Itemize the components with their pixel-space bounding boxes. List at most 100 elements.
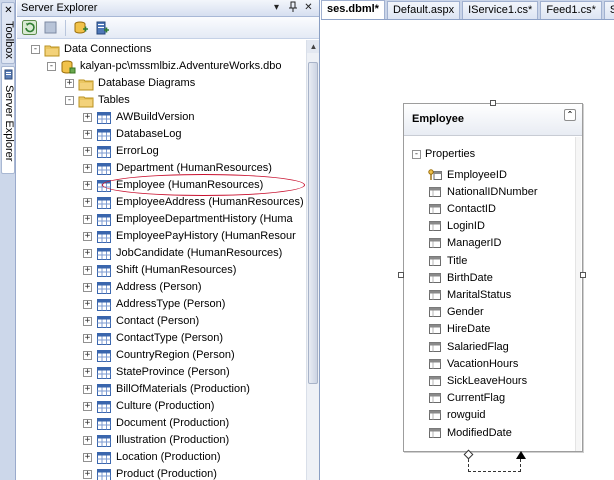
expand-toggle-icon[interactable]: +	[83, 317, 92, 326]
expand-toggle-icon[interactable]: +	[83, 300, 92, 309]
highlight-ellipse	[102, 174, 305, 196]
self-association-line[interactable]	[468, 454, 521, 472]
collapse-toggle-icon[interactable]: -	[47, 62, 56, 71]
tree-item[interactable]: + Culture (Production)	[83, 398, 214, 415]
expand-toggle-icon[interactable]: +	[83, 436, 92, 445]
entity-property[interactable]: CurrentFlag	[428, 390, 505, 407]
document-tab[interactable]: Default.aspx	[386, 1, 461, 19]
expand-toggle-icon[interactable]: +	[83, 385, 92, 394]
property-name: NationalIDNumber	[447, 185, 538, 198]
expand-toggle-icon[interactable]: +	[83, 402, 92, 411]
document-tab[interactable]: Feed1.cs*	[540, 1, 602, 19]
entity-property[interactable]: BirthDate	[428, 269, 493, 286]
entity-property[interactable]: Gender	[428, 304, 484, 321]
tree-item[interactable]: + BillOfMaterials (Production)	[83, 381, 250, 398]
tree-item[interactable]: + Illustration (Production)	[83, 432, 229, 449]
document-tab[interactable]: Start P	[603, 1, 614, 19]
tree-item[interactable]: + Location (Production)	[83, 449, 221, 466]
collapse-toggle-icon[interactable]: -	[31, 45, 40, 54]
tree-item[interactable]: + Database Diagrams	[65, 75, 195, 92]
tree-item[interactable]: + Product (Production)	[83, 466, 217, 480]
tree-item[interactable]: + Document (Production)	[83, 415, 229, 432]
expand-toggle-icon[interactable]: +	[83, 113, 92, 122]
entity-property[interactable]: MaritalStatus	[428, 286, 511, 303]
document-tab[interactable]: IService1.cs*	[462, 1, 539, 19]
tree-item[interactable]: + Address (Person)	[83, 279, 202, 296]
entity-property[interactable]: NationalIDNumber	[428, 183, 537, 200]
expand-toggle-icon[interactable]: +	[83, 419, 92, 428]
document-tab[interactable]: ses.dbml*	[321, 0, 385, 19]
tree-item[interactable]: + AWBuildVersion	[83, 109, 194, 126]
entity-header[interactable]: Employee ⌃	[404, 104, 582, 136]
tree-item[interactable]: + CountryRegion (Person)	[83, 347, 235, 364]
expand-toggle-icon[interactable]: +	[83, 215, 92, 224]
property-name: SickLeaveHours	[447, 374, 528, 387]
collapse-toggle-icon[interactable]: -	[65, 96, 74, 105]
resize-handle-right[interactable]	[580, 272, 586, 278]
expand-toggle-icon[interactable]: +	[83, 283, 92, 292]
expand-toggle-icon[interactable]: +	[83, 453, 92, 462]
entity-property[interactable]: EmployeeID	[428, 166, 507, 183]
connect-to-server-button[interactable]	[93, 19, 110, 36]
entity-property[interactable]: SalariedFlag	[428, 338, 509, 355]
entity-property[interactable]: Title	[428, 252, 467, 269]
entity-scrollbar[interactable]	[575, 137, 581, 451]
tree-item[interactable]: + EmployeeDepartmentHistory (Huma	[83, 211, 293, 228]
tree-item[interactable]: + Contact (Person)	[83, 313, 199, 330]
expand-toggle-icon[interactable]: +	[83, 266, 92, 275]
tree-item-label: ContactType (Person)	[116, 332, 223, 344]
entity-property[interactable]: LoginID	[428, 218, 485, 235]
expand-toggle-icon[interactable]: +	[83, 470, 92, 479]
properties-section[interactable]: - Properties	[412, 148, 475, 160]
entity-property[interactable]: HireDate	[428, 321, 490, 338]
entity-property[interactable]: rowguid	[428, 407, 486, 424]
tree-item[interactable]: + EmployeePayHistory (HumanResour	[83, 228, 296, 245]
association-arrow[interactable]	[516, 451, 526, 459]
refresh-button[interactable]	[21, 19, 38, 36]
entity-property[interactable]: ManagerID	[428, 235, 501, 252]
tree-item[interactable]: + ContactType (Person)	[83, 330, 223, 347]
tree-item[interactable]: + JobCandidate (HumanResources)	[83, 245, 282, 262]
expand-toggle-icon[interactable]: +	[83, 351, 92, 360]
server-explorer-tab[interactable]: Server Explorer	[1, 66, 15, 174]
expand-toggle-icon[interactable]: +	[83, 334, 92, 343]
tree-item[interactable]: - kalyan-pc\mssmlbiz.AdventureWorks.dbo	[47, 58, 282, 75]
tree-item[interactable]: + AddressType (Person)	[83, 296, 225, 313]
tree-item[interactable]: + ErrorLog	[83, 143, 159, 160]
expand-toggle-icon[interactable]: +	[83, 368, 92, 377]
tree-item-label: Data Connections	[64, 43, 152, 55]
resize-handle-left[interactable]	[398, 272, 404, 278]
collapse-icon[interactable]: ⌃	[564, 109, 576, 121]
tree-scrollbar[interactable]: ▲	[306, 40, 319, 480]
expand-toggle-icon[interactable]: +	[83, 198, 92, 207]
window-position-icon[interactable]: ▾	[270, 1, 283, 14]
resize-handle-top[interactable]	[490, 100, 496, 106]
expand-toggle-icon[interactable]: +	[83, 232, 92, 241]
expand-toggle-icon[interactable]: +	[83, 249, 92, 258]
expand-toggle-icon[interactable]: +	[83, 164, 92, 173]
entity-employee[interactable]: Employee ⌃ - Properties EmployeeID Nation…	[403, 103, 583, 452]
entity-property[interactable]: ModifiedDate	[428, 424, 512, 441]
entity-property[interactable]: VacationHours	[428, 355, 518, 372]
stop-refresh-button[interactable]	[42, 19, 59, 36]
tree-item[interactable]: - Data Connections	[31, 41, 151, 58]
tree-item-label: ErrorLog	[116, 145, 159, 157]
expand-toggle-icon[interactable]: +	[83, 130, 92, 139]
scroll-up-arrow[interactable]: ▲	[307, 40, 319, 53]
connect-to-database-button[interactable]	[72, 19, 89, 36]
toolbox-tab[interactable]: ✕ Toolbox	[1, 2, 15, 64]
close-icon[interactable]: ✕	[302, 1, 315, 14]
pin-icon[interactable]	[286, 1, 299, 14]
tree-item[interactable]: + StateProvince (Person)	[83, 364, 230, 381]
tree-item[interactable]: + Shift (HumanResources)	[83, 262, 236, 279]
expand-toggle-icon[interactable]: +	[65, 79, 74, 88]
expand-toggle-icon[interactable]: +	[83, 181, 92, 190]
entity-property[interactable]: SickLeaveHours	[428, 372, 527, 389]
entity-property[interactable]: ContactID	[428, 200, 496, 217]
tree-item[interactable]: + EmployeeAddress (HumanResources)	[83, 194, 304, 211]
scroll-thumb[interactable]	[308, 62, 318, 384]
tree-item[interactable]: - Tables	[65, 92, 130, 109]
expand-toggle-icon[interactable]: +	[83, 147, 92, 156]
tree-item[interactable]: + DatabaseLog	[83, 126, 181, 143]
section-collapse-toggle[interactable]: -	[412, 149, 421, 159]
